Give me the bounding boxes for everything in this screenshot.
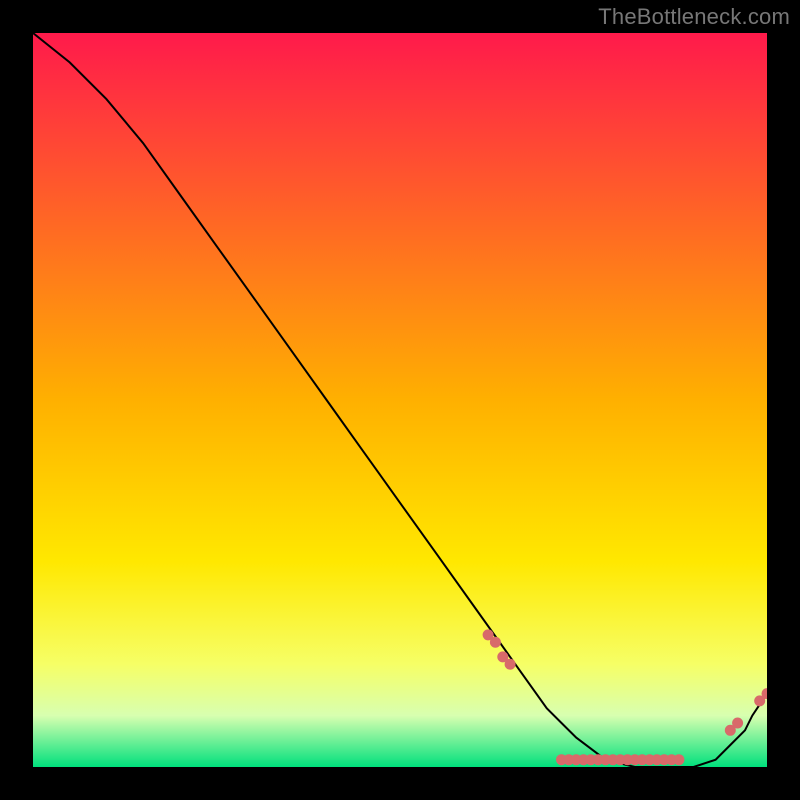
data-marker [490,637,500,647]
chart-svg [33,33,767,767]
chart-frame: TheBottleneck.com [0,0,800,800]
watermark-text: TheBottleneck.com [598,4,790,30]
data-marker [733,718,743,728]
data-marker [674,755,684,765]
data-marker [505,659,515,669]
plot-area [33,33,767,767]
